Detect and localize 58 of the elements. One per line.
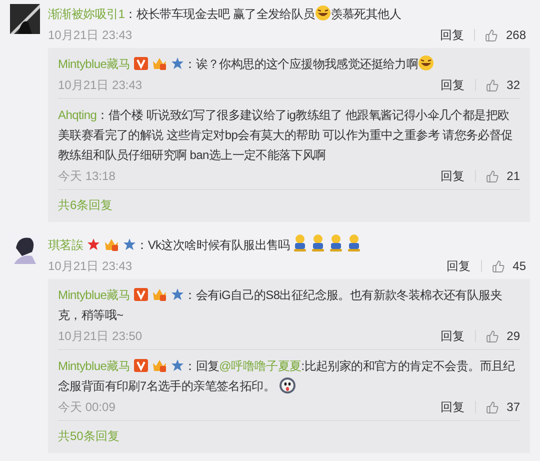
thumbs-up-icon[interactable] <box>492 260 505 272</box>
comment-text: Mintyblue藏马 ：诶？你构思的这个应援物我感觉还挺给力啊 <box>58 54 520 74</box>
timestamp: 10月21日 23:43 <box>48 27 132 44</box>
comment-text: Ahqting：借个楼 听说致幻写了很多建议给了ig教练组了 他跟氧酱记得小伞几个都是把欧美联赛看完了的解说 这些肯定对bp会有莫大的帮助 可以作为重中之重参考 请您务必督促教练组和队员仔细研究啊 ban选上一定不能落下风啊 <box>58 107 514 164</box>
user-name-link[interactable]: 琪茗誒 <box>48 238 84 252</box>
laughing-emoji-icon <box>314 5 331 21</box>
figure-emoji-icon <box>292 234 308 252</box>
timestamp: 10月21日 23:50 <box>58 328 142 345</box>
user-name-link[interactable]: Ahqting <box>58 108 97 122</box>
mention-link[interactable]: @呼噜噜子夏夏 <box>219 359 302 373</box>
timestamp: 10月21日 23:43 <box>58 77 142 94</box>
user-name-link[interactable]: Mintyblue藏马 <box>58 288 130 302</box>
team-badge-icon <box>171 288 184 301</box>
reply-button[interactable]: 回复 <box>440 327 465 345</box>
reply-button[interactable]: 回复 <box>440 167 465 185</box>
verified-badge-icon <box>134 288 148 301</box>
timestamp: 今天 13:18 <box>58 168 116 185</box>
comment-text: 琪茗誒 ：Vk这次啥时候有队服出售吗 <box>48 234 526 255</box>
like-count: 45 <box>512 258 526 275</box>
comment-text: Mintyblue藏马 ：回复@呼噜噜子夏夏:比起别家的和官方的肯定不会贵。而且纪念服背面有印刷7名选手的亲笔签名拓印。 <box>58 358 516 396</box>
more-replies-link[interactable]: 共6条回复 <box>58 196 113 214</box>
laughing-emoji-icon <box>418 55 434 71</box>
reply-button[interactable]: 回复 <box>440 398 465 416</box>
crown-badge-icon <box>152 288 168 301</box>
team-badge-icon <box>171 57 184 70</box>
comment-text: Mintyblue藏马 ：会有iG自己的S8出征纪念服。也有新款冬装棉衣还有队服夹克，稍等哦~ <box>58 287 504 324</box>
thumbs-up-icon[interactable] <box>486 78 499 92</box>
more-replies-link[interactable]: 共50条回复 <box>58 427 120 445</box>
user-name-link[interactable]: Mintyblue藏马 <box>58 57 130 71</box>
like-count: 268 <box>506 27 526 44</box>
thumbs-up-icon[interactable] <box>486 170 499 182</box>
reply-button[interactable]: 回复 <box>446 257 471 275</box>
timestamp: 今天 00:09 <box>58 399 116 416</box>
verified-badge-icon <box>134 359 148 372</box>
like-count: 29 <box>506 328 520 345</box>
star-badge-icon <box>87 238 100 251</box>
timestamp: 10月21日 23:43 <box>48 258 132 275</box>
comment-text: 渐渐被妳吸引1：校长带车现金去吧 赢了全发给队员 羡慕死其他人 <box>48 4 402 23</box>
thumbs-up-icon[interactable] <box>486 400 499 414</box>
user-name-link[interactable]: Mintyblue藏马 <box>58 359 130 373</box>
reply-button[interactable]: 回复 <box>440 76 465 94</box>
figure-emoji-icon <box>346 234 362 252</box>
crown-badge-icon <box>152 57 168 70</box>
figure-emoji-icon <box>328 234 344 252</box>
thumbs-up-icon[interactable] <box>486 330 499 342</box>
crown-badge-icon <box>152 359 168 372</box>
team-badge-icon <box>171 359 184 372</box>
like-count: 21 <box>506 168 520 185</box>
like-count: 32 <box>506 77 520 94</box>
crown-badge-icon <box>104 238 120 251</box>
team-badge-icon <box>123 238 136 251</box>
reply-button[interactable]: 回复 <box>440 26 464 44</box>
like-count: 37 <box>506 399 520 416</box>
ghost-emoji-icon <box>278 377 296 394</box>
user-name-link[interactable]: 渐渐被妳吸引1 <box>48 7 125 21</box>
figure-emoji-icon <box>310 234 326 252</box>
verified-badge-icon <box>134 57 148 70</box>
thumbs-up-icon[interactable] <box>484 28 498 42</box>
